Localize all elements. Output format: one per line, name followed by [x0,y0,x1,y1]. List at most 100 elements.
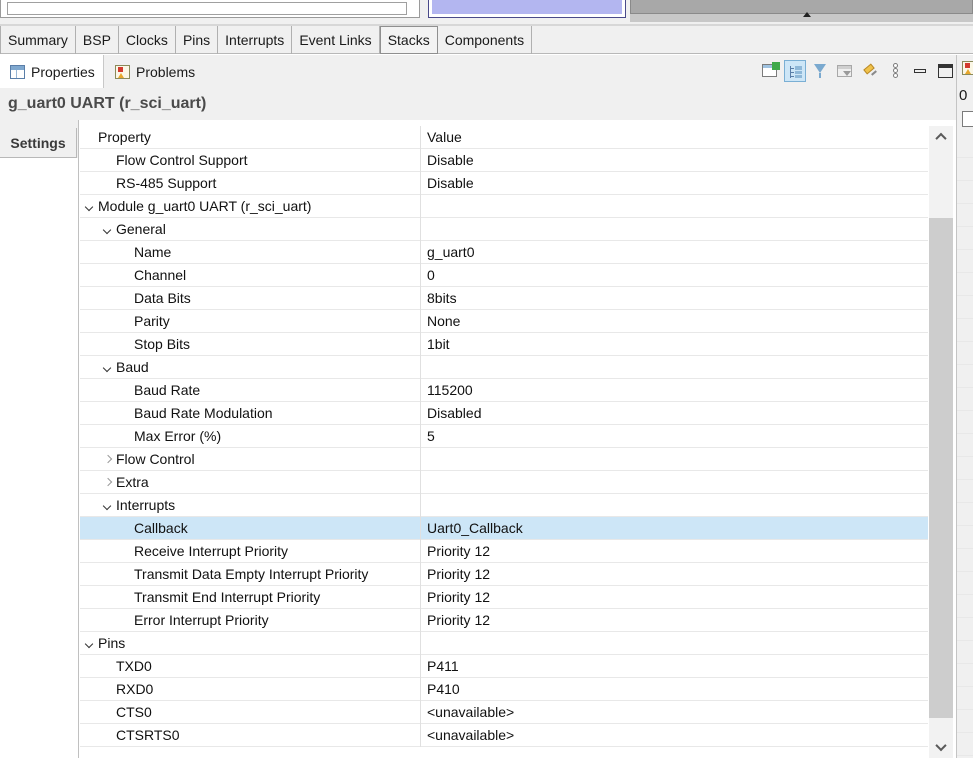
table-row[interactable]: Flow Control Support Disable [80,148,928,172]
tab-clocks[interactable]: Clocks [119,26,176,54]
table-row[interactable]: Extra [80,470,928,494]
property-cell: CTSRTS0 [80,723,421,747]
value-cell[interactable] [421,494,928,517]
table-row[interactable]: Data Bits 8bits [80,286,928,310]
table-row[interactable]: Baud [80,355,928,379]
value-cell[interactable]: Value [421,126,928,149]
table-row[interactable]: Interrupts [80,493,928,517]
property-cell: Property [80,126,421,149]
tab-bsp[interactable]: BSP [76,26,119,54]
filter-icon[interactable] [809,60,831,82]
table-row[interactable]: Callback Uart0_Callback [80,516,928,540]
value-cell[interactable] [421,218,928,241]
scrollbar-thumb[interactable] [929,218,953,718]
chevron-right-icon[interactable] [102,448,116,471]
chevron-down-icon[interactable] [102,494,116,517]
chevron-down-icon[interactable] [102,356,116,379]
table-row[interactable]: Stop Bits 1bit [80,332,928,356]
table-row[interactable]: RS-485 Support Disable [80,171,928,195]
property-label: Max Error (%) [134,428,222,444]
property-cell: Transmit Data Empty Interrupt Priority [80,562,421,586]
table-vertical-scrollbar[interactable] [929,126,953,758]
value-label: g_uart0 [427,244,475,260]
value-cell[interactable]: P410 [421,678,928,701]
new-properties-view-icon[interactable] [759,60,781,82]
show-categories-tree-icon[interactable] [784,60,806,82]
value-cell[interactable]: Priority 12 [421,586,928,609]
property-label: Name [134,244,172,260]
value-cell[interactable]: P411 [421,655,928,678]
tab-pins[interactable]: Pins [176,26,219,54]
value-cell[interactable] [421,195,928,218]
value-cell[interactable]: 0 [421,264,928,287]
chevron-down-icon[interactable] [102,218,116,241]
table-row[interactable]: CTS0 <unavailable> [80,700,928,724]
value-cell[interactable] [421,448,928,471]
value-label: Value [427,129,462,145]
value-cell[interactable]: <unavailable> [421,701,928,724]
table-row[interactable]: Transmit Data Empty Interrupt Priority Pr… [80,562,928,586]
table-row[interactable]: Module g_uart0 UART (r_sci_uart) [80,194,928,218]
tab-properties[interactable]: Properties [0,55,104,88]
table-row[interactable]: Baud Rate 115200 [80,378,928,402]
property-label: RS-485 Support [116,175,217,191]
problems-error-square [118,66,123,72]
table-row[interactable]: TXD0 P411 [80,654,928,678]
tab-interrupts[interactable]: Interrupts [218,26,293,54]
table-row[interactable]: RXD0 P410 [80,677,928,701]
tab-problems[interactable]: Problems [105,55,209,88]
table-row[interactable]: Name g_uart0 [80,240,928,264]
table-row[interactable]: Receive Interrupt Priority Priority 12 [80,539,928,563]
table-row[interactable]: Max Error (%) 5 [80,424,928,448]
value-cell[interactable]: Priority 12 [421,563,928,586]
scroll-up-button[interactable] [929,126,953,148]
table-row[interactable]: Flow Control [80,447,928,471]
value-cell[interactable] [421,356,928,379]
table-row[interactable]: Error Interrupt Priority Priority 12 [80,608,928,632]
value-cell[interactable]: g_uart0 [421,241,928,264]
property-cell: General [80,217,421,241]
value-cell[interactable]: Disable [421,172,928,195]
value-cell[interactable]: <unavailable> [421,724,928,747]
table-row[interactable]: Transmit End Interrupt Priority Priority … [80,585,928,609]
value-cell[interactable]: None [421,310,928,333]
property-label: CTSRTS0 [116,727,180,743]
restore-default-value-icon[interactable] [834,60,856,82]
value-cell[interactable]: 115200 [421,379,928,402]
value-cell[interactable]: Uart0_Callback [421,517,928,540]
value-cell[interactable]: 1bit [421,333,928,356]
value-cell[interactable]: 5 [421,425,928,448]
view-menu-icon[interactable] [884,60,906,82]
property-label: Transmit End Interrupt Priority [134,589,321,605]
table-row[interactable]: General [80,217,928,241]
table-row[interactable]: Parity None [80,309,928,333]
minimize-icon[interactable] [909,60,931,82]
chevron-down-icon[interactable] [84,632,98,655]
table-row[interactable]: Pins [80,631,928,655]
scroll-down-button[interactable] [929,736,953,758]
value-cell[interactable] [421,471,928,494]
value-cell[interactable] [421,632,928,655]
tab-components[interactable]: Components [438,26,533,54]
tab-stacks[interactable]: Stacks [379,26,438,54]
table-row[interactable]: Channel 0 [80,263,928,287]
value-cell[interactable]: Disable [421,149,928,172]
table-row[interactable]: Baud Rate Modulation Disabled [80,401,928,425]
table-header-row[interactable]: Property Value [80,126,928,149]
tab-event-links[interactable]: Event Links [292,26,380,54]
tab-summary[interactable]: Summary [0,26,76,54]
maximize-icon[interactable] [934,60,956,82]
property-label: CTS0 [116,704,152,720]
property-cell: Callback [80,516,421,540]
pin-to-selection-icon[interactable] [859,60,881,82]
chevron-right-icon[interactable] [102,471,116,494]
value-cell[interactable]: 8bits [421,287,928,310]
tab-settings[interactable]: Settings [0,128,77,158]
table-row[interactable]: CTSRTS0 <unavailable> [80,723,928,747]
value-cell[interactable]: Priority 12 [421,540,928,563]
value-cell[interactable]: Priority 12 [421,609,928,632]
chevron-down-icon[interactable] [84,195,98,218]
value-cell[interactable]: Disabled [421,402,928,425]
